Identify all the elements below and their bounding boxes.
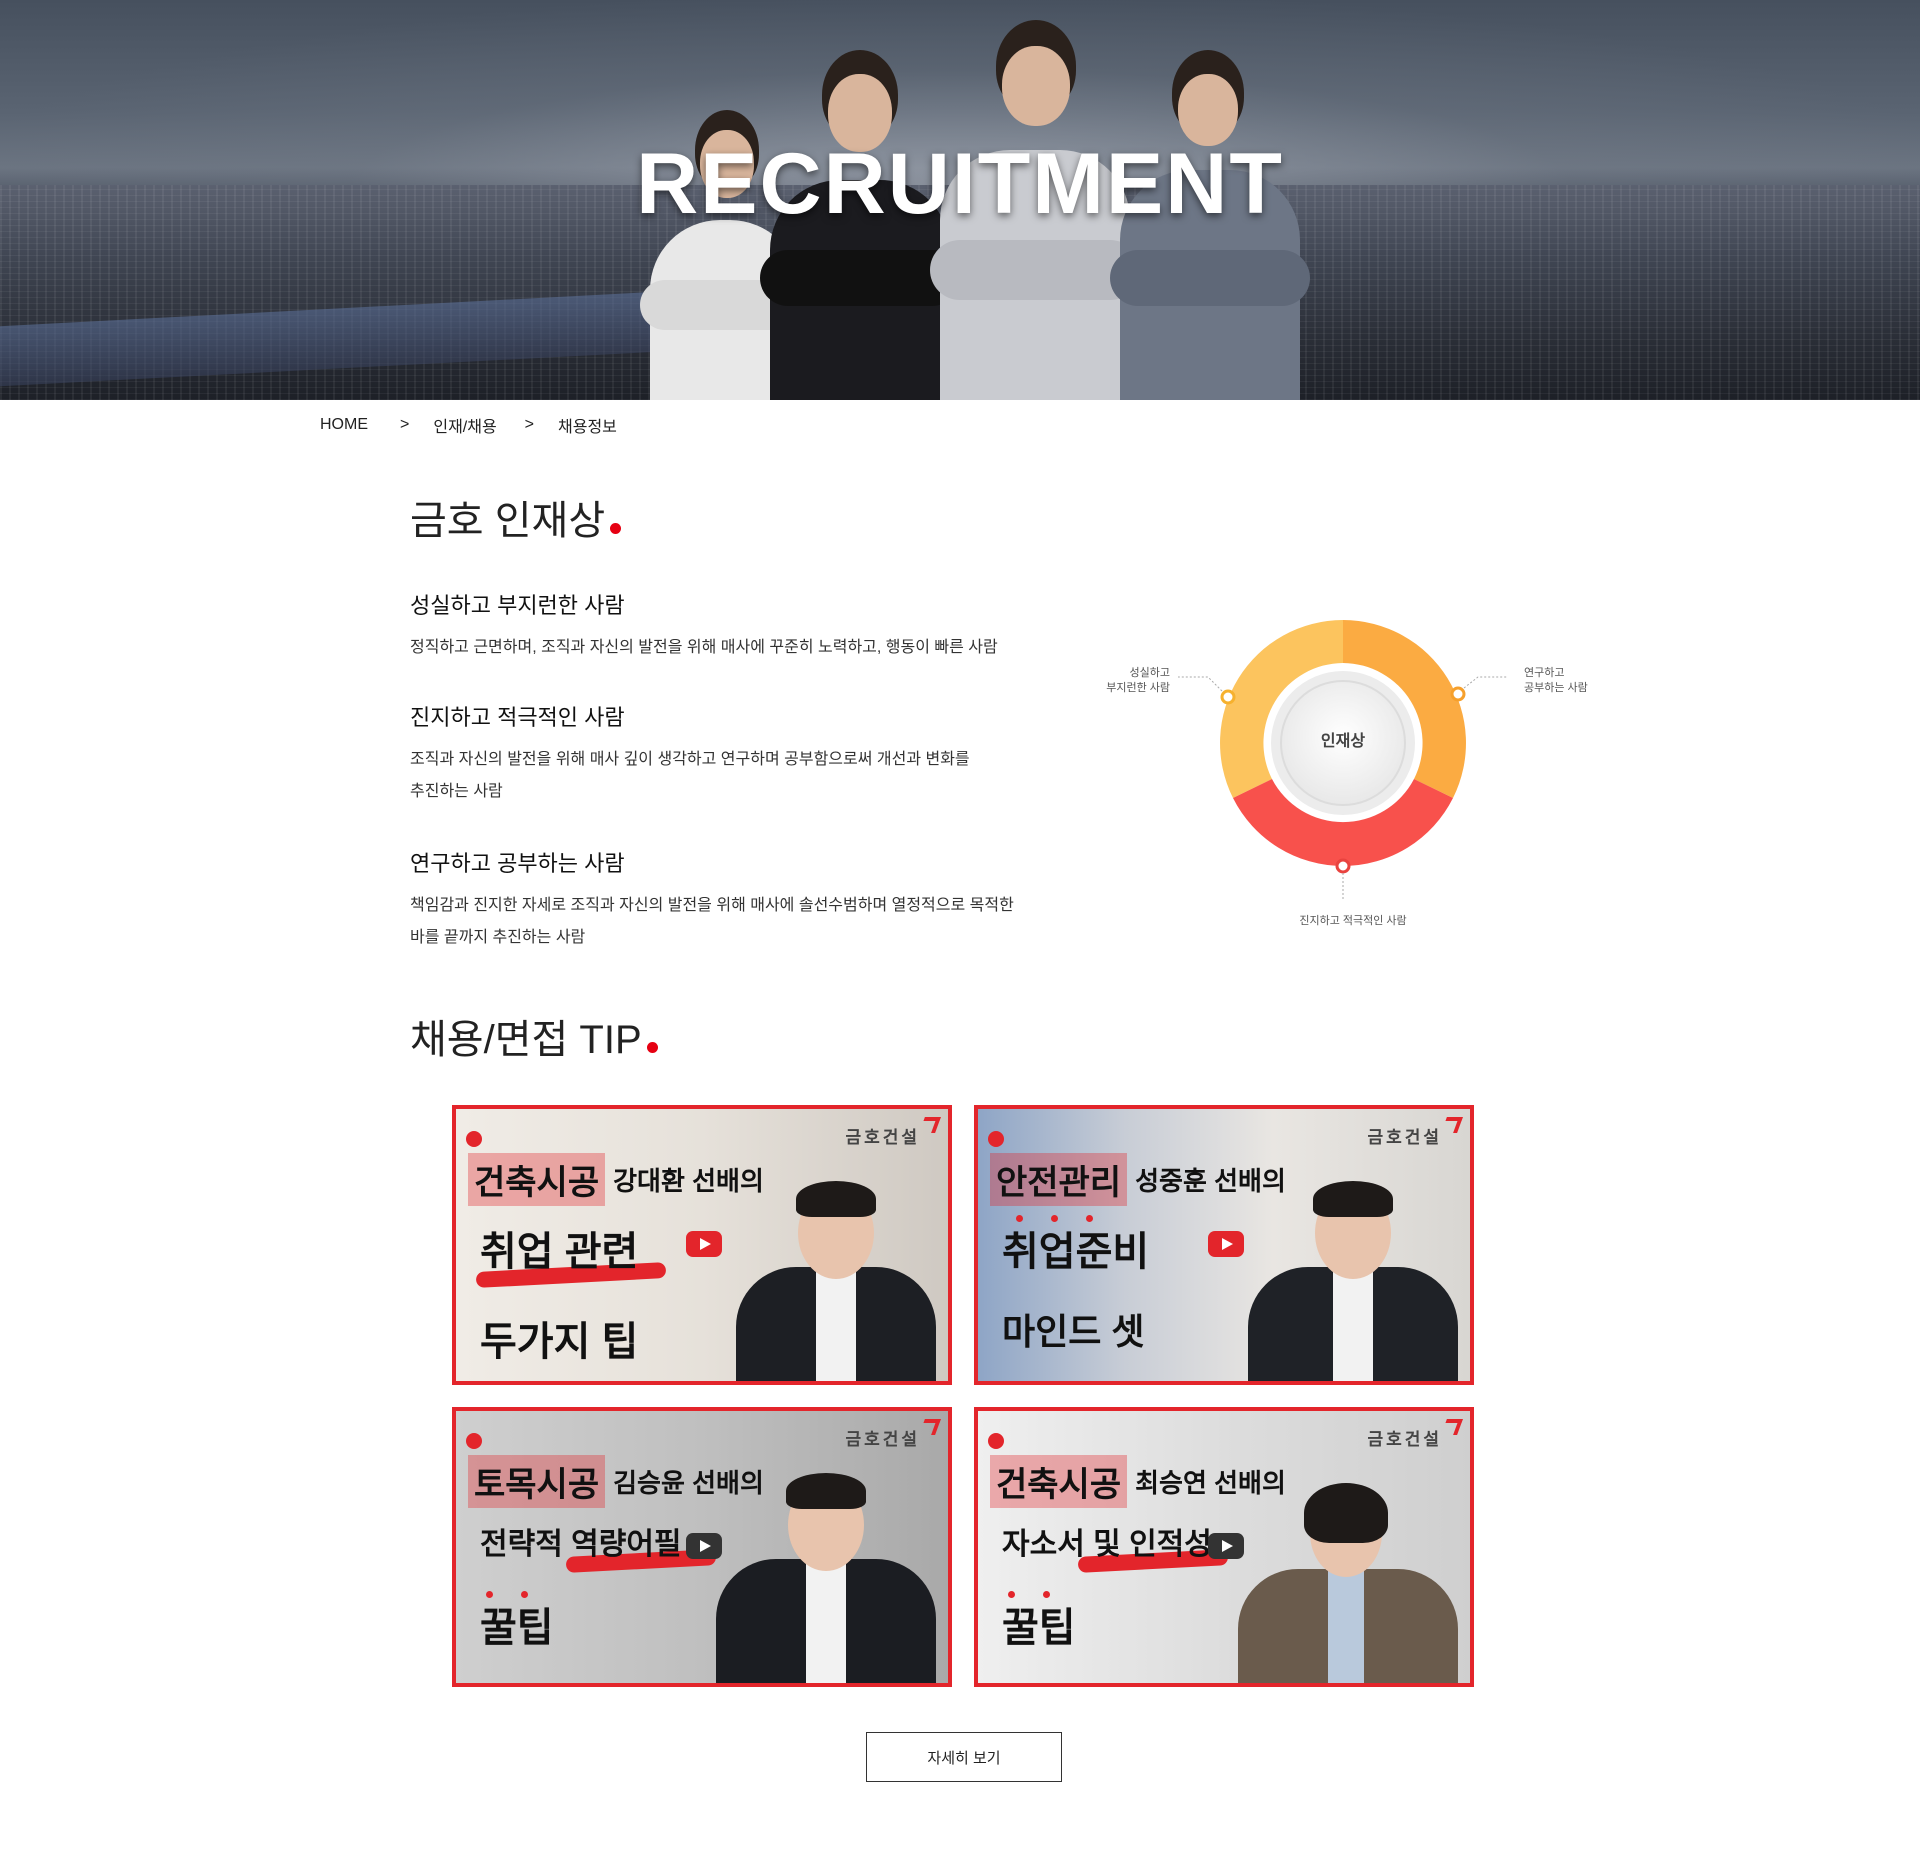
- talent-section-title: 금호 인재상: [410, 488, 622, 546]
- title-dot: [610, 523, 622, 534]
- card-line3: 꿀팁: [480, 1606, 554, 1650]
- talent-diagram: 인재상 성실하고 부지런한 사람 연구하고 공부하는 사람 진지하고 적극적인 …: [1080, 600, 1620, 940]
- tip-section-title: 채용/면접 TIP: [410, 1007, 658, 1065]
- talent-item-desc-line: 조직과 자신의 발전을 위해 매사 깊이 생각하고 연구하며 공부함으로써 개선…: [410, 751, 970, 768]
- card-tag: 토목시공: [468, 1455, 606, 1508]
- breadcrumb: HOME > 인재/채용 > 채용정보: [320, 410, 617, 440]
- talent-item-desc: 정직하고 근면하며, 조직과 자신의 발전을 위해 매사에 꾸준히 노력하고, …: [410, 639, 998, 656]
- talent-item: 연구하고 공부하는 사람 책임감과 진지한 자세로 조직과 자신의 발전을 위해…: [410, 846, 1090, 954]
- donut-label-bottom: 진지하고 적극적인 사람: [1299, 915, 1407, 927]
- presenter-figure: [696, 1473, 946, 1683]
- talent-item-desc-line: 책임감과 진지한 자세로 조직과 자신의 발전을 위해 매사에 솔선수범하며 열…: [410, 897, 1014, 914]
- card-tag: 안전관리: [990, 1153, 1128, 1206]
- card-line3: 두가지 팁: [480, 1320, 639, 1364]
- donut-label-right: 연구하고 공부하는 사람: [1524, 666, 1614, 696]
- donut-label-left: 성실하고 부지런한 사람: [1090, 666, 1170, 696]
- pin-icon: [988, 1131, 1004, 1147]
- talent-donut: [1178, 620, 1508, 900]
- breadcrumb-talent[interactable]: 인재/채용: [433, 413, 496, 437]
- card-line2: 취업 관련: [480, 1230, 639, 1274]
- view-more-button[interactable]: 자세히 보기: [866, 1732, 1062, 1782]
- talent-section-title-text: 금호 인재상: [410, 499, 606, 543]
- breadcrumb-current[interactable]: 채용정보: [558, 413, 617, 437]
- card-brand: 금호건설: [1367, 1128, 1442, 1147]
- card-brand: 금호건설: [845, 1430, 920, 1449]
- donut-center-label: 인재상: [1320, 733, 1366, 750]
- hero-title: RECRUITMENT: [636, 136, 1284, 232]
- donut-label-line: 성실하고: [1129, 667, 1170, 679]
- pin-icon: [466, 1433, 482, 1449]
- tip-section-title-text: 채용/면접 TIP: [410, 1018, 642, 1062]
- tip-video-grid: 금호건설 건축시공 강대환 선배의 취업 관련 두가지 팁 금호건설 안전관리 …: [452, 1105, 1474, 1687]
- tip-video-card[interactable]: 금호건설 토목시공 김승윤 선배의 전략적 역량어필 꿀팁: [452, 1407, 952, 1687]
- presenter-figure: [1238, 1181, 1468, 1381]
- card-line3: 마인드 셋: [1002, 1311, 1145, 1352]
- hero-banner: RECRUITMENT: [0, 0, 1920, 400]
- card-line3: 꿀팁: [1002, 1606, 1076, 1650]
- donut-label-line: 공부하는 사람: [1524, 682, 1588, 694]
- card-brand: 금호건설: [845, 1128, 920, 1147]
- breadcrumb-separator: >: [524, 416, 535, 433]
- breadcrumb-home[interactable]: HOME: [320, 416, 368, 434]
- donut-label-line: 부지런한 사람: [1106, 682, 1170, 694]
- tip-video-card[interactable]: 금호건설 안전관리 성중훈 선배의 취업준비 마인드 셋: [974, 1105, 1474, 1385]
- marker-bottom: [1335, 858, 1351, 874]
- presenter-figure: [1228, 1483, 1468, 1683]
- pin-icon: [988, 1433, 1004, 1449]
- title-dot: [646, 1042, 658, 1053]
- card-headline: 건축시공 강대환 선배의: [468, 1153, 764, 1206]
- card-brand: 금호건설: [1367, 1430, 1442, 1449]
- talent-item-heading: 진지하고 적극적인 사람: [410, 705, 625, 730]
- youtube-play-icon: [686, 1231, 722, 1257]
- card-line2: 자소서 및 인적성: [1002, 1528, 1212, 1561]
- card-tag: 건축시공: [990, 1455, 1128, 1508]
- card-line2: 전략적 역량어필: [480, 1528, 682, 1561]
- presenter-figure: [726, 1181, 946, 1381]
- talent-item-heading: 성실하고 부지런한 사람: [410, 593, 625, 618]
- marker-left: [1220, 689, 1236, 705]
- card-tag: 건축시공: [468, 1153, 606, 1206]
- donut-label-line: 연구하고: [1524, 667, 1565, 679]
- talent-item-desc-line: 바를 끝까지 추진하는 사람: [410, 929, 586, 946]
- pin-icon: [466, 1131, 482, 1147]
- card-line2: 취업준비: [1002, 1230, 1150, 1274]
- talent-item-heading: 연구하고 공부하는 사람: [410, 851, 625, 876]
- talent-item: 성실하고 부지런한 사람 정직하고 근면하며, 조직과 자신의 발전을 위해 매…: [410, 588, 1090, 664]
- talent-item-desc: 조직과 자신의 발전을 위해 매사 깊이 생각하고 연구하며 공부함으로써 개선…: [410, 744, 1090, 808]
- marker-right: [1450, 686, 1466, 702]
- tip-video-card[interactable]: 금호건설 건축시공 강대환 선배의 취업 관련 두가지 팁: [452, 1105, 952, 1385]
- talent-item: 진지하고 적극적인 사람 조직과 자신의 발전을 위해 매사 깊이 생각하고 연…: [410, 700, 1090, 808]
- talent-item-desc-line: 추진하는 사람: [410, 783, 503, 800]
- talent-item-desc: 책임감과 진지한 자세로 조직과 자신의 발전을 위해 매사에 솔선수범하며 열…: [410, 890, 1090, 954]
- tip-video-card[interactable]: 금호건설 건축시공 최승연 선배의 자소서 및 인적성 꿀팁: [974, 1407, 1474, 1687]
- talent-list: 성실하고 부지런한 사람 정직하고 근면하며, 조직과 자신의 발전을 위해 매…: [410, 588, 1090, 982]
- breadcrumb-separator: >: [400, 416, 410, 433]
